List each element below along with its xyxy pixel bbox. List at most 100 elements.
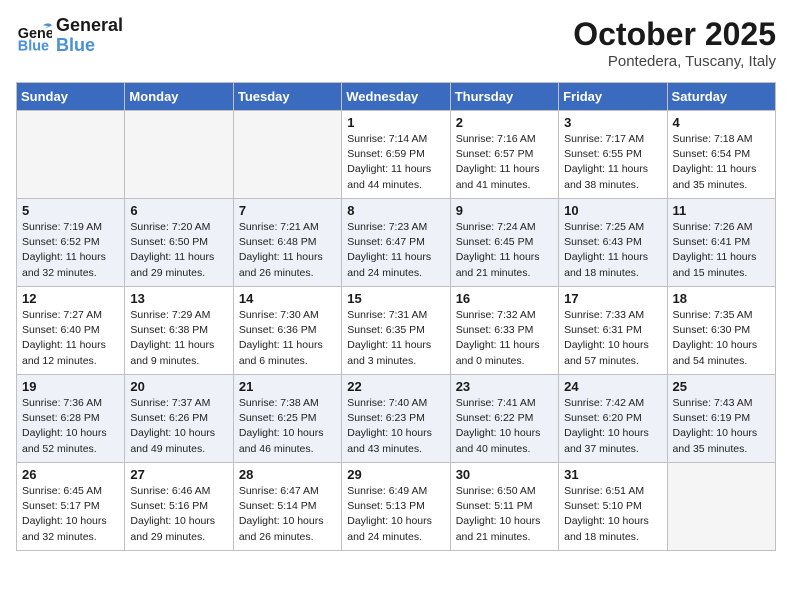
calendar-cell: 19 Sunrise: 7:36 AM Sunset: 6:28 PM Dayli… (17, 375, 125, 463)
day-number: 26 (22, 467, 119, 482)
day-number: 21 (239, 379, 336, 394)
day-info: Sunrise: 7:35 AM Sunset: 6:30 PM Dayligh… (673, 308, 770, 369)
day-info: Sunrise: 6:49 AM Sunset: 5:13 PM Dayligh… (347, 484, 444, 545)
day-number: 9 (456, 203, 553, 218)
day-number: 14 (239, 291, 336, 306)
calendar-cell: 1Sunrise: 7:14 AM Sunset: 6:59 PM Daylig… (342, 111, 450, 199)
calendar-week-row: 19 Sunrise: 7:36 AM Sunset: 6:28 PM Dayli… (17, 375, 776, 463)
calendar-cell: 4Sunrise: 7:18 AM Sunset: 6:54 PM Daylig… (667, 111, 775, 199)
calendar-cell: 3 Sunrise: 7:17 AM Sunset: 6:55 PM Daylig… (559, 111, 667, 199)
day-info: Sunrise: 7:38 AM Sunset: 6:25 PM Dayligh… (239, 396, 336, 457)
calendar-cell: 9 Sunrise: 7:24 AM Sunset: 6:45 PM Daylig… (450, 199, 558, 287)
calendar-cell: 24 Sunrise: 7:42 AM Sunset: 6:20 PM Dayli… (559, 375, 667, 463)
calendar-cell: 25 Sunrise: 7:43 AM Sunset: 6:19 PM Dayli… (667, 375, 775, 463)
day-number: 6 (130, 203, 227, 218)
day-info: Sunrise: 7:24 AM Sunset: 6:45 PM Dayligh… (456, 220, 553, 281)
day-number: 22 (347, 379, 444, 394)
calendar-cell: 11 Sunrise: 7:26 AM Sunset: 6:41 PM Dayli… (667, 199, 775, 287)
calendar-cell: 5 Sunrise: 7:19 AM Sunset: 6:52 PM Daylig… (17, 199, 125, 287)
calendar-cell: 22 Sunrise: 7:40 AM Sunset: 6:23 PM Dayli… (342, 375, 450, 463)
day-info: Sunrise: 7:40 AM Sunset: 6:23 PM Dayligh… (347, 396, 444, 457)
day-info: Sunrise: 7:17 AM Sunset: 6:55 PM Dayligh… (564, 132, 661, 193)
calendar-cell: 23Sunrise: 7:41 AM Sunset: 6:22 PM Dayli… (450, 375, 558, 463)
day-number: 30 (456, 467, 553, 482)
day-info: Sunrise: 7:37 AM Sunset: 6:26 PM Dayligh… (130, 396, 227, 457)
location: Pontedera, Tuscany, Italy (573, 53, 776, 70)
day-info: Sunrise: 7:43 AM Sunset: 6:19 PM Dayligh… (673, 396, 770, 457)
calendar-cell: 29 Sunrise: 6:49 AM Sunset: 5:13 PM Dayli… (342, 463, 450, 551)
day-info: Sunrise: 7:19 AM Sunset: 6:52 PM Dayligh… (22, 220, 119, 281)
calendar-cell: 28 Sunrise: 6:47 AM Sunset: 5:14 PM Dayli… (233, 463, 341, 551)
day-number: 25 (673, 379, 770, 394)
calendar-week-row: 12 Sunrise: 7:27 AM Sunset: 6:40 PM Dayli… (17, 287, 776, 375)
calendar-cell: 31Sunrise: 6:51 AM Sunset: 5:10 PM Dayli… (559, 463, 667, 551)
day-number: 1 (347, 115, 444, 130)
day-info: Sunrise: 7:25 AM Sunset: 6:43 PM Dayligh… (564, 220, 661, 281)
day-number: 24 (564, 379, 661, 394)
calendar-cell: 16 Sunrise: 7:32 AM Sunset: 6:33 PM Dayli… (450, 287, 558, 375)
calendar-cell (233, 111, 341, 199)
day-info: Sunrise: 6:45 AM Sunset: 5:17 PM Dayligh… (22, 484, 119, 545)
logo: General Blue General Blue (16, 16, 123, 56)
weekday-header-wednesday: Wednesday (342, 83, 450, 111)
day-info: Sunrise: 7:23 AM Sunset: 6:47 PM Dayligh… (347, 220, 444, 281)
day-info: Sunrise: 7:31 AM Sunset: 6:35 PM Dayligh… (347, 308, 444, 369)
calendar-week-row: 26 Sunrise: 6:45 AM Sunset: 5:17 PM Dayli… (17, 463, 776, 551)
day-number: 11 (673, 203, 770, 218)
calendar-cell: 20 Sunrise: 7:37 AM Sunset: 6:26 PM Dayli… (125, 375, 233, 463)
calendar-cell: 30 Sunrise: 6:50 AM Sunset: 5:11 PM Dayli… (450, 463, 558, 551)
calendar-cell: 17 Sunrise: 7:33 AM Sunset: 6:31 PM Dayli… (559, 287, 667, 375)
day-number: 8 (347, 203, 444, 218)
page-header: General Blue General Blue October 2025 P… (16, 16, 776, 70)
day-info: Sunrise: 7:41 AM Sunset: 6:22 PM Dayligh… (456, 396, 553, 457)
calendar-table: SundayMondayTuesdayWednesdayThursdayFrid… (16, 82, 776, 551)
calendar-cell (667, 463, 775, 551)
day-info: Sunrise: 7:42 AM Sunset: 6:20 PM Dayligh… (564, 396, 661, 457)
day-info: Sunrise: 7:32 AM Sunset: 6:33 PM Dayligh… (456, 308, 553, 369)
weekday-header-sunday: Sunday (17, 83, 125, 111)
day-info: Sunrise: 7:36 AM Sunset: 6:28 PM Dayligh… (22, 396, 119, 457)
day-number: 19 (22, 379, 119, 394)
calendar-week-row: 1Sunrise: 7:14 AM Sunset: 6:59 PM Daylig… (17, 111, 776, 199)
day-info: Sunrise: 6:50 AM Sunset: 5:11 PM Dayligh… (456, 484, 553, 545)
day-info: Sunrise: 6:47 AM Sunset: 5:14 PM Dayligh… (239, 484, 336, 545)
calendar-cell: 12 Sunrise: 7:27 AM Sunset: 6:40 PM Dayli… (17, 287, 125, 375)
day-number: 31 (564, 467, 661, 482)
svg-text:Blue: Blue (18, 38, 49, 54)
day-number: 29 (347, 467, 444, 482)
calendar-cell: 15 Sunrise: 7:31 AM Sunset: 6:35 PM Dayli… (342, 287, 450, 375)
day-info: Sunrise: 6:46 AM Sunset: 5:16 PM Dayligh… (130, 484, 227, 545)
day-number: 28 (239, 467, 336, 482)
day-number: 3 (564, 115, 661, 130)
day-number: 12 (22, 291, 119, 306)
calendar-cell: 10Sunrise: 7:25 AM Sunset: 6:43 PM Dayli… (559, 199, 667, 287)
day-number: 7 (239, 203, 336, 218)
day-info: Sunrise: 7:16 AM Sunset: 6:57 PM Dayligh… (456, 132, 553, 193)
day-number: 17 (564, 291, 661, 306)
day-info: Sunrise: 7:33 AM Sunset: 6:31 PM Dayligh… (564, 308, 661, 369)
day-info: Sunrise: 7:26 AM Sunset: 6:41 PM Dayligh… (673, 220, 770, 281)
calendar-cell: 8 Sunrise: 7:23 AM Sunset: 6:47 PM Daylig… (342, 199, 450, 287)
calendar-cell: 21 Sunrise: 7:38 AM Sunset: 6:25 PM Dayli… (233, 375, 341, 463)
calendar-cell (17, 111, 125, 199)
day-number: 16 (456, 291, 553, 306)
day-info: Sunrise: 7:29 AM Sunset: 6:38 PM Dayligh… (130, 308, 227, 369)
calendar-header-row: SundayMondayTuesdayWednesdayThursdayFrid… (17, 83, 776, 111)
day-info: Sunrise: 7:30 AM Sunset: 6:36 PM Dayligh… (239, 308, 336, 369)
title-block: October 2025 Pontedera, Tuscany, Italy (573, 16, 776, 70)
day-info: Sunrise: 7:27 AM Sunset: 6:40 PM Dayligh… (22, 308, 119, 369)
day-number: 20 (130, 379, 227, 394)
day-number: 4 (673, 115, 770, 130)
logo-icon: General Blue (16, 18, 52, 54)
day-number: 15 (347, 291, 444, 306)
calendar-cell (125, 111, 233, 199)
calendar-cell: 26 Sunrise: 6:45 AM Sunset: 5:17 PM Dayli… (17, 463, 125, 551)
calendar-cell: 27Sunrise: 6:46 AM Sunset: 5:16 PM Dayli… (125, 463, 233, 551)
day-number: 2 (456, 115, 553, 130)
day-number: 13 (130, 291, 227, 306)
day-number: 5 (22, 203, 119, 218)
calendar-week-row: 5 Sunrise: 7:19 AM Sunset: 6:52 PM Daylig… (17, 199, 776, 287)
weekday-header-saturday: Saturday (667, 83, 775, 111)
month-title: October 2025 (573, 16, 776, 53)
weekday-header-thursday: Thursday (450, 83, 558, 111)
